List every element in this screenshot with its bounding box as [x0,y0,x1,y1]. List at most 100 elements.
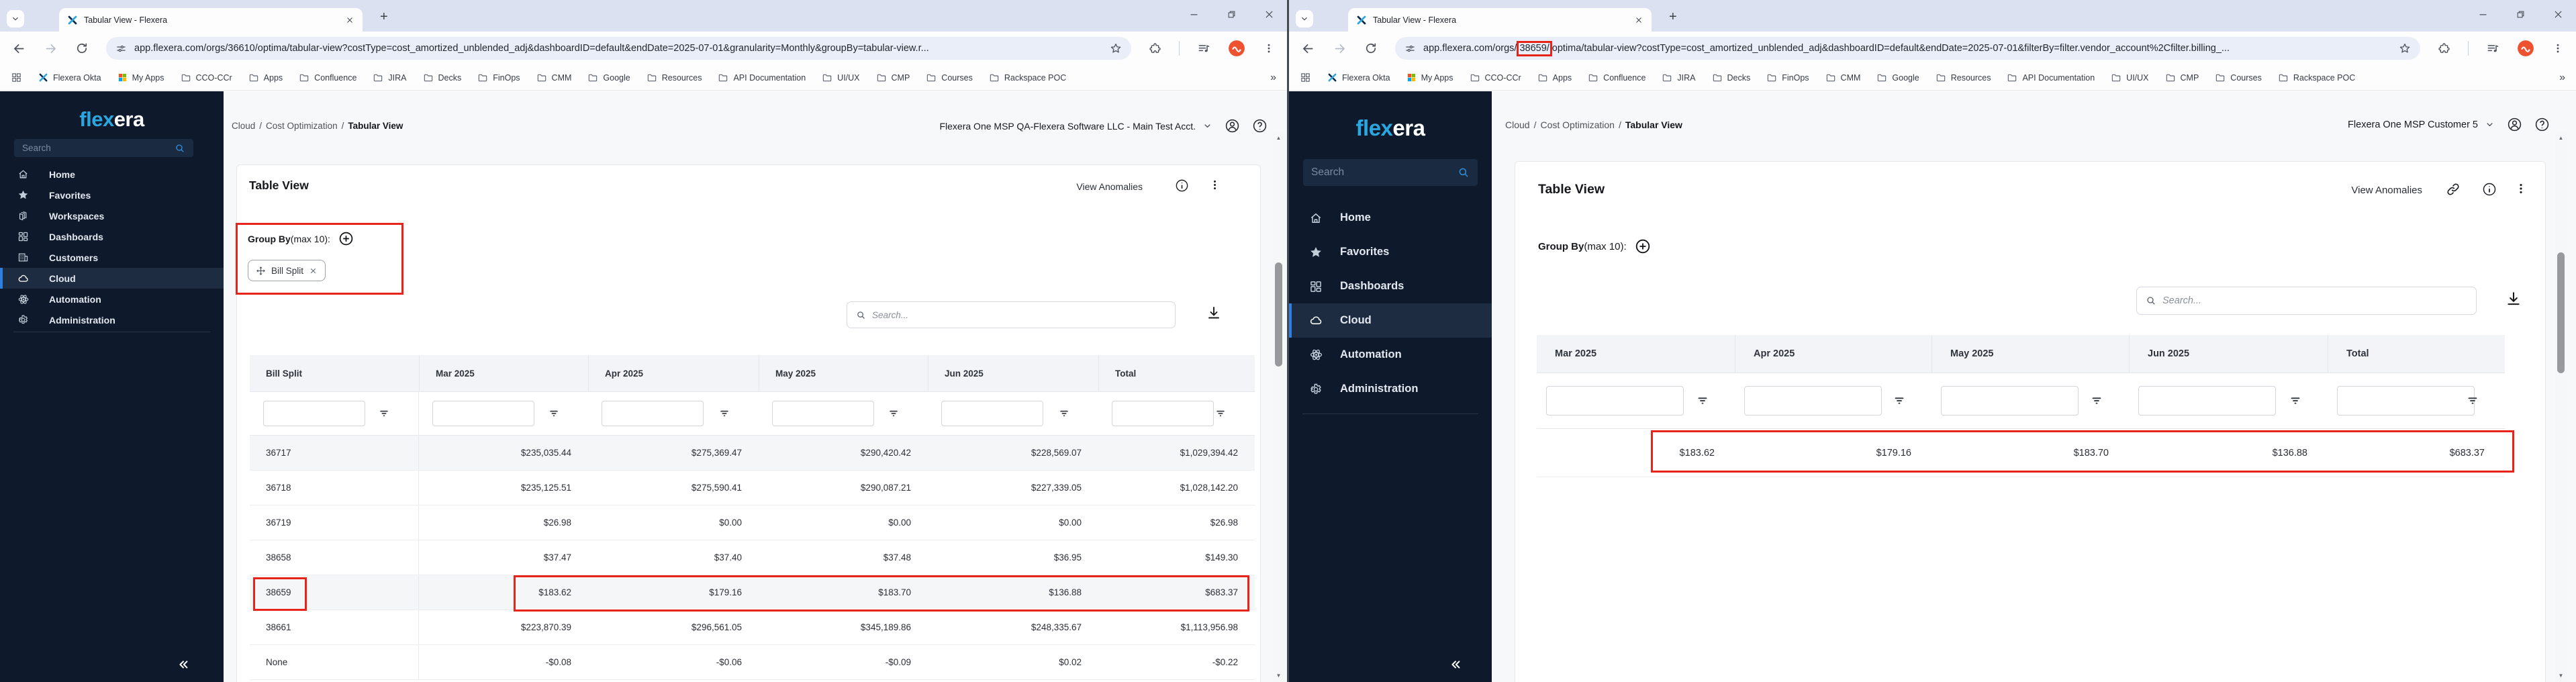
breadcrumb-cost-optimization[interactable]: Cost Optimization [266,121,338,131]
browser-menu-icon[interactable] [2552,42,2564,54]
media-playlist-icon[interactable] [1197,42,1210,55]
bookmark-folder[interactable]: Apps [248,72,283,83]
filter-icon[interactable] [1214,407,1227,420]
bookmark-folder[interactable]: Decks [1712,72,1751,83]
sidebar-item-favorites[interactable]: Favorites [0,185,224,205]
table-row[interactable]: 38659 $183.62 $179.16 $183.70 $136.88 $6… [250,575,1255,610]
bookmark-folder[interactable]: FinOps [477,72,520,83]
info-icon[interactable] [2482,182,2497,197]
card-menu-icon[interactable] [2514,182,2528,195]
forward-icon[interactable] [1333,42,1347,56]
bookmark-my-apps[interactable]: My Apps [117,72,164,83]
column-filter-input[interactable] [432,401,534,426]
browser-tab[interactable]: Tabular View - Flexera [59,8,363,32]
bookmarks-overflow-chevron[interactable]: » [1270,72,1276,84]
sidebar-item-administration[interactable]: Administration [1289,372,1492,406]
column-header[interactable]: Jun 2025 [928,355,1098,391]
column-filter-input[interactable] [1546,386,1684,416]
column-filter-input[interactable] [263,401,365,426]
bookmark-folder[interactable]: Courses [926,72,973,83]
table-row[interactable]: 36717 $235,035.44 $275,369.47 $290,420.4… [250,436,1255,471]
close-icon[interactable] [2553,9,2564,20]
bookmark-star-icon[interactable] [2399,42,2411,54]
column-header[interactable]: Apr 2025 [1735,335,1931,373]
restore-icon[interactable] [2516,9,2526,19]
scrollbar-thumb[interactable] [2557,252,2565,373]
forward-icon[interactable] [44,42,58,56]
minimize-icon[interactable] [2477,9,2489,20]
tab-close-icon[interactable] [1634,15,1643,25]
column-filter-input[interactable] [602,401,704,426]
bookmark-folder[interactable]: Apps [1537,72,1572,83]
filter-icon[interactable] [1893,394,1906,407]
sidebar-item-cloud[interactable]: Cloud [0,268,224,289]
bookmark-folder[interactable]: UI/UX [822,72,859,83]
column-filter-input[interactable] [772,401,874,426]
breadcrumb-cloud[interactable]: Cloud [1505,119,1530,130]
filter-icon[interactable] [1696,394,1709,407]
add-group-by-icon[interactable] [338,231,354,246]
account-switcher[interactable]: Flexera One MSP QA-Flexera Software LLC … [939,118,1268,134]
column-filter-input[interactable] [1112,401,1214,426]
info-icon[interactable] [1175,179,1189,193]
bookmark-folder[interactable]: CMP [876,72,910,83]
column-header[interactable]: Apr 2025 [588,355,759,391]
bookmark-folder[interactable]: Google [1876,72,1919,83]
bookmark-folder[interactable]: Resources [647,72,702,83]
table-row[interactable]: $183.62 $179.16 $183.70 $136.88 $683.37 [1537,429,2505,477]
table-row[interactable]: 38661 $223,870.39 $296,561.05 $345,189.8… [250,610,1255,645]
view-anomalies-link[interactable]: View Anomalies [2351,185,2422,196]
bookmark-folder[interactable]: Google [587,72,630,83]
filter-icon[interactable] [888,407,900,420]
download-icon[interactable] [2505,290,2522,307]
sidebar-item-favorites[interactable]: Favorites [1289,235,1492,269]
sidebar-search[interactable] [14,139,193,157]
filter-icon[interactable] [2289,394,2302,407]
browser-menu-icon[interactable] [1263,42,1275,54]
sidebar-item-home[interactable]: Home [1289,201,1492,235]
apps-grid-icon[interactable] [1300,72,1311,83]
help-icon[interactable] [2534,117,2550,132]
table-search[interactable] [847,301,1176,328]
site-settings-icon[interactable] [1404,43,1416,54]
breadcrumb-cloud[interactable]: Cloud [232,121,255,131]
apps-grid-icon[interactable] [11,72,22,83]
bookmark-folder[interactable]: JIRA [1662,72,1695,83]
help-icon[interactable] [1252,118,1268,134]
sidebar-item-dashboards[interactable]: Dashboards [1289,269,1492,303]
bookmark-star-icon[interactable] [1110,42,1122,54]
column-header[interactable]: Mar 2025 [419,355,588,391]
extensions-icon[interactable] [2438,42,2450,55]
table-search[interactable] [2136,287,2477,315]
scroll-down-button[interactable]: ▼ [2555,671,2567,681]
bookmark-folder[interactable]: CMM [536,72,572,83]
bookmark-my-apps[interactable]: My Apps [1406,72,1453,83]
column-filter-input[interactable] [1941,386,2079,416]
restore-icon[interactable] [1227,9,1237,19]
sidebar-search-input[interactable] [22,143,169,153]
sidebar-item-home[interactable]: Home [0,164,224,185]
column-header[interactable]: Total [2328,335,2505,373]
address-bar[interactable]: app.flexera.com/orgs/38659/optima/tabula… [1395,37,2420,60]
bookmark-flexera-okta[interactable]: Flexera Okta [38,72,101,83]
close-icon[interactable] [1263,9,1275,20]
filter-icon[interactable] [2090,394,2103,407]
sidebar-search-input[interactable] [1311,166,1452,179]
download-icon[interactable] [1206,305,1222,321]
tab-search-button[interactable] [1296,10,1313,28]
column-header[interactable]: Jun 2025 [2129,335,2328,373]
minimize-icon[interactable] [1188,9,1200,20]
link-icon[interactable] [2446,182,2461,197]
bookmark-folder[interactable]: Rackspace POC [2278,72,2355,83]
user-icon[interactable] [2507,117,2522,132]
filter-icon[interactable] [378,407,390,420]
card-menu-icon[interactable] [1208,179,1221,191]
tab-close-icon[interactable] [345,15,354,25]
column-filter-input[interactable] [2138,386,2276,416]
scroll-down-button[interactable]: ▼ [1273,671,1284,681]
bookmark-folder[interactable]: UI/UX [2111,72,2148,83]
bookmark-folder[interactable]: Confluence [299,72,356,83]
table-row[interactable]: 38658 $37.47 $37.40 $37.48 $36.95 $149.3… [250,540,1255,575]
bookmark-folder[interactable]: API Documentation [2007,72,2095,83]
column-header[interactable]: Mar 2025 [1537,335,1735,373]
